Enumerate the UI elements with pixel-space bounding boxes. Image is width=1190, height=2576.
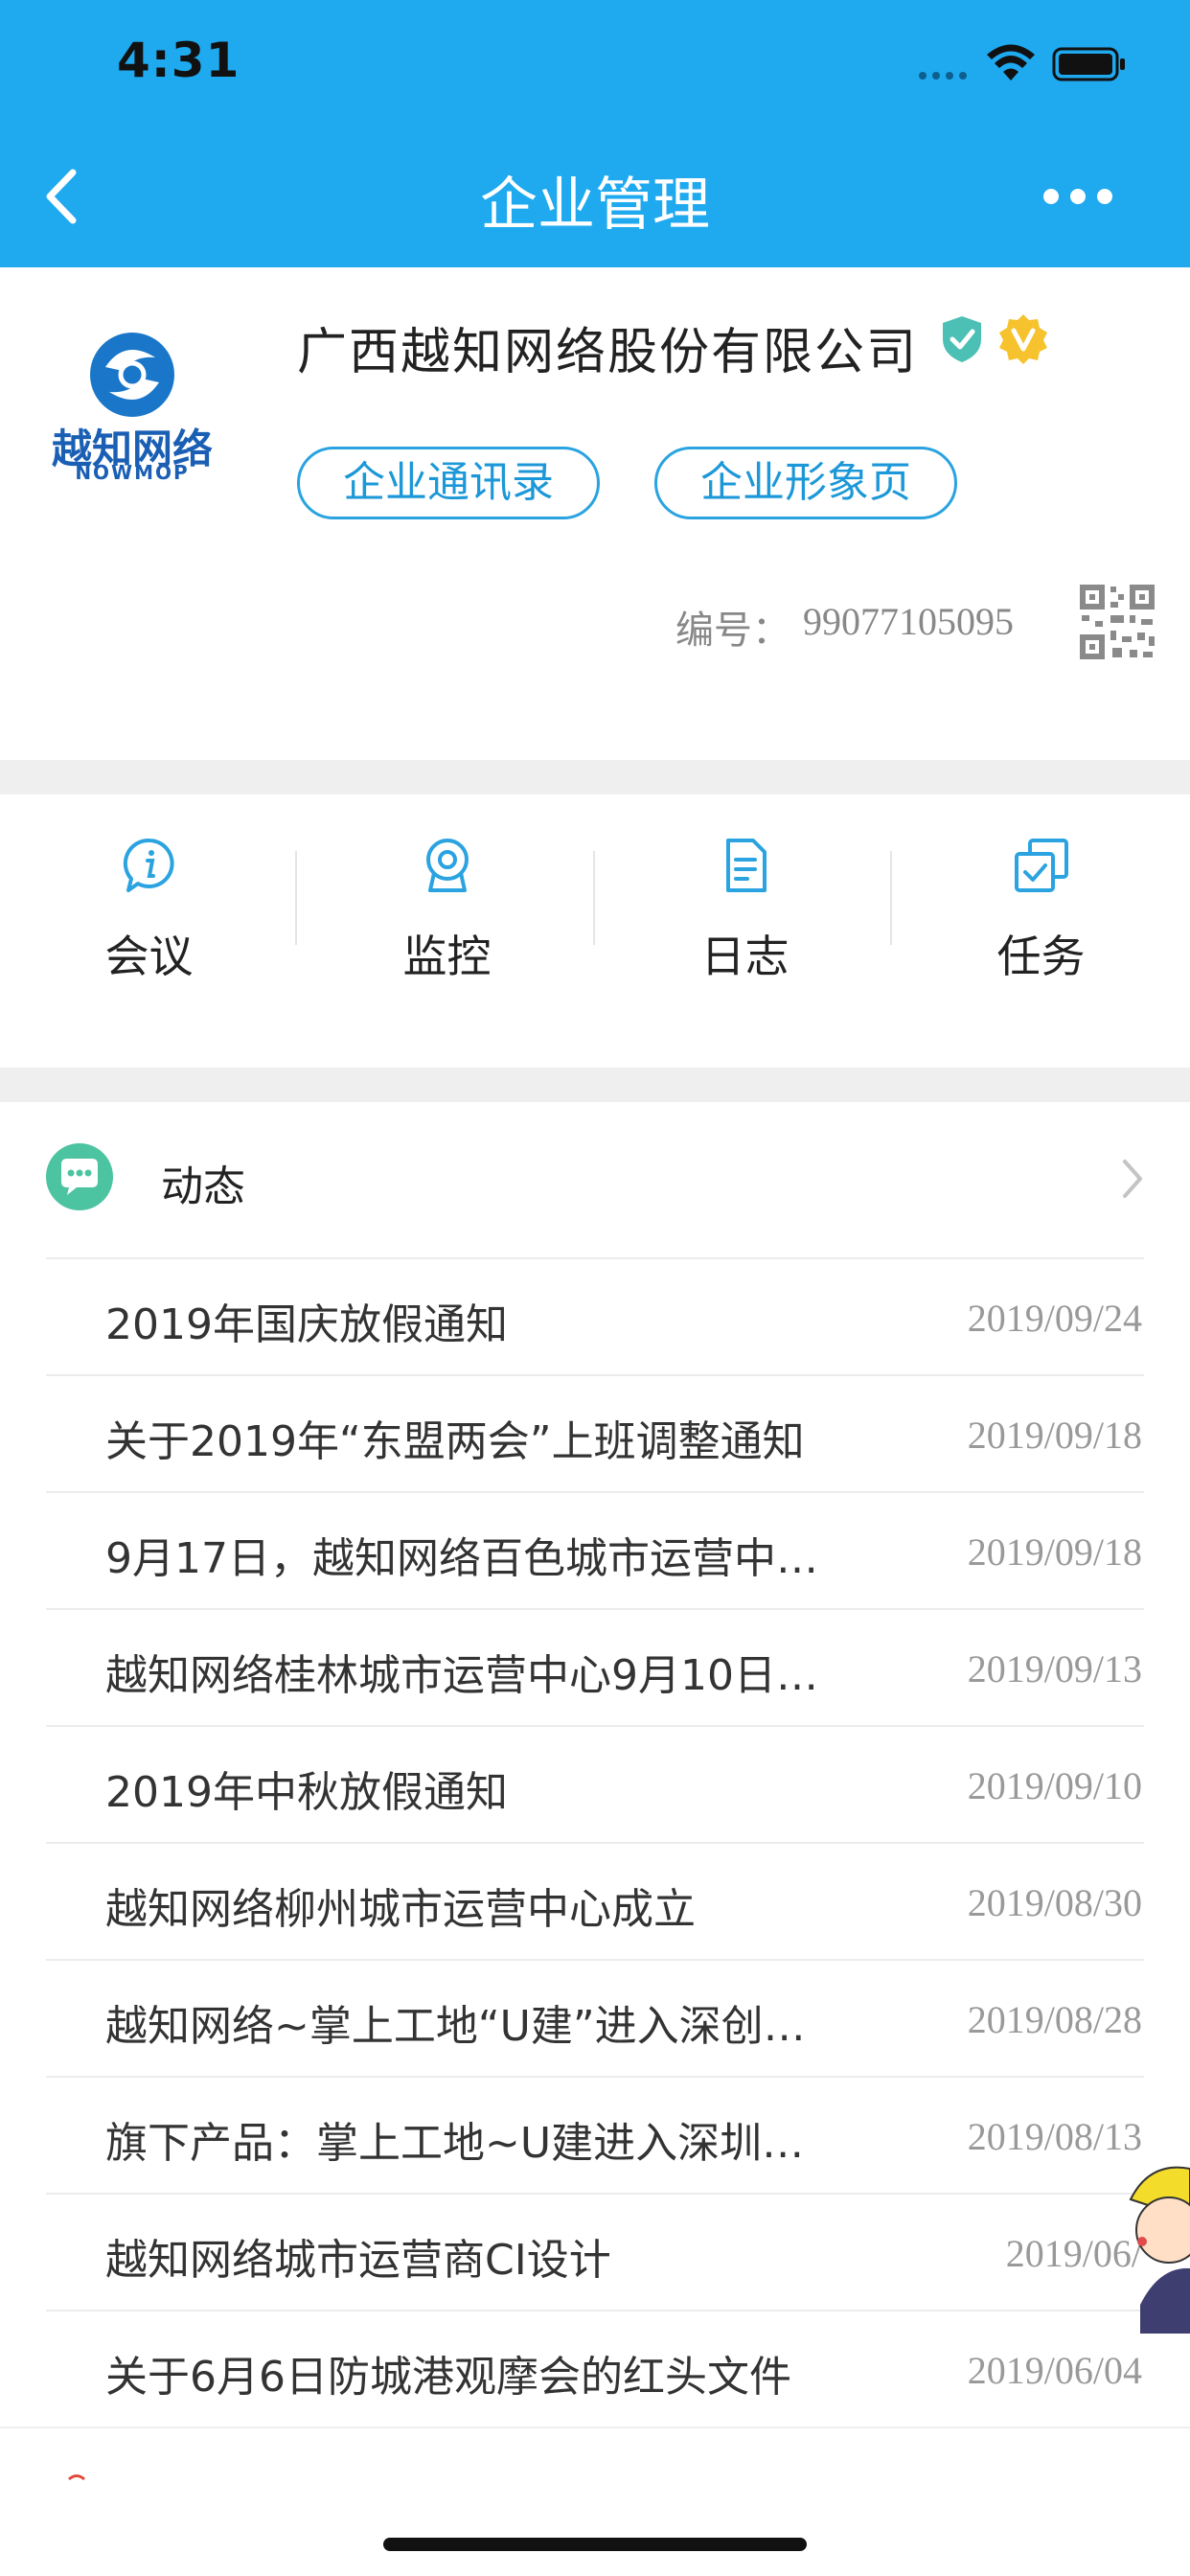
more-options-icon[interactable] <box>1040 182 1116 211</box>
news-item-date: 2019/09/18 <box>967 1414 1142 1457</box>
news-item-date: 2019/08/30 <box>967 1881 1142 1924</box>
page-title: 企业管理 <box>480 172 710 239</box>
quick-action-task[interactable]: 任务 <box>892 819 1190 1011</box>
news-item-title: 越知网络~掌上工地“U建”进入深创… <box>105 2002 806 2051</box>
logo-subtext: NOWMOP <box>75 461 190 484</box>
chat-bubble-icon <box>46 1143 113 1210</box>
quick-action-label: 任务 <box>996 931 1086 982</box>
divider <box>295 851 297 945</box>
quick-action-monitor[interactable]: 监控 <box>298 819 596 1011</box>
log-document-icon <box>726 839 767 892</box>
news-item-date: 2019/06/04 <box>967 2349 1142 2392</box>
chevron-right-icon <box>1123 1160 1142 1198</box>
section-gap <box>0 760 1190 794</box>
tab-indicator-icon <box>68 2474 85 2480</box>
wifi-icon <box>987 44 1035 80</box>
vip-badge-icon <box>999 314 1047 364</box>
news-item-date: 2019/09/10 <box>967 1764 1142 1807</box>
news-item-title: 9月17日，越知网络百色城市运营中… <box>105 1534 818 1583</box>
camera-icon <box>426 839 469 892</box>
quick-action-label: 会议 <box>104 931 194 982</box>
news-item-date: 2019/09/13 <box>967 1647 1142 1690</box>
news-item-date: 2019/08/28 <box>967 1998 1142 2041</box>
logo-emblem-icon <box>90 333 174 417</box>
news-item-date: 2019/09/18 <box>967 1530 1142 1574</box>
news-section-title: 动态 <box>161 1162 245 1211</box>
news-item-title: 旗下产品：掌上工地~U建进入深圳… <box>105 2119 805 2168</box>
company-profile-button[interactable]: 企业形象页 <box>654 447 957 519</box>
news-item-title: 2019年中秋放假通知 <box>105 1768 508 1817</box>
bottom-bar <box>0 2426 1190 2576</box>
company-name: 广西越知网络股份有限公司 <box>297 324 919 381</box>
verified-shield-icon <box>943 316 981 362</box>
news-item[interactable]: 越知网络柳州城市运营中心成立 2019/08/30 <box>0 1844 1190 1959</box>
task-check-icon <box>1015 839 1068 892</box>
assistant-mascot-icon[interactable] <box>1121 2161 1190 2334</box>
news-item-title: 越知网络城市运营商CI设计 <box>105 2236 611 2285</box>
news-item[interactable]: 越知网络城市运营商CI设计 2019/06/ <box>0 2195 1190 2310</box>
company-code-label: 编号： <box>675 609 790 653</box>
battery-icon <box>1052 47 1125 81</box>
status-time: 4:31 <box>117 33 240 88</box>
news-item[interactable]: 2019年国庆放假通知 2019/09/24 <box>0 1259 1190 1374</box>
news-item-title: 越知网络桂林城市运营中心9月10日… <box>105 1651 818 1700</box>
quick-action-meeting[interactable]: 会议 <box>0 819 298 1011</box>
news-item[interactable]: 越知网络桂林城市运营中心9月10日… 2019/09/13 <box>0 1610 1190 1725</box>
news-item-title: 关于2019年“东盟两会”上班调整通知 <box>105 1417 805 1466</box>
news-item[interactable]: 关于6月6日防城港观摩会的红头文件 2019/06/04 <box>0 2312 1190 2426</box>
news-item[interactable]: 9月17日，越知网络百色城市运营中… 2019/09/18 <box>0 1493 1190 1608</box>
news-item-title: 越知网络柳州城市运营中心成立 <box>105 1885 696 1934</box>
signal-icon <box>919 72 967 80</box>
company-contacts-button[interactable]: 企业通讯录 <box>297 447 600 519</box>
news-item[interactable]: 旗下产品：掌上工地~U建进入深圳… 2019/08/13 <box>0 2078 1190 2193</box>
meeting-info-icon <box>123 838 174 892</box>
home-indicator[interactable] <box>383 2538 807 2551</box>
quick-action-label: 监控 <box>402 931 492 982</box>
news-item[interactable]: 2019年中秋放假通知 2019/09/10 <box>0 1727 1190 1842</box>
qr-code-icon[interactable] <box>1078 583 1156 661</box>
quick-action-log[interactable]: 日志 <box>596 819 894 1011</box>
quick-action-label: 日志 <box>700 931 790 982</box>
news-item-date: 2019/08/13 <box>967 2115 1142 2158</box>
news-item[interactable]: 越知网络~掌上工地“U建”进入深创… 2019/08/28 <box>0 1961 1190 2076</box>
company-code-value: 99077105095 <box>803 600 1014 643</box>
news-item[interactable]: 关于2019年“东盟两会”上班调整通知 2019/09/18 <box>0 1376 1190 1491</box>
news-item-date: 2019/09/24 <box>967 1297 1142 1340</box>
section-gap <box>0 1068 1190 1102</box>
divider <box>593 851 595 945</box>
news-item-title: 关于6月6日防城港观摩会的红头文件 <box>105 2353 791 2402</box>
news-item-title: 2019年国庆放假通知 <box>105 1300 508 1349</box>
company-logo: 越知网络 NOWMOP <box>36 321 228 484</box>
